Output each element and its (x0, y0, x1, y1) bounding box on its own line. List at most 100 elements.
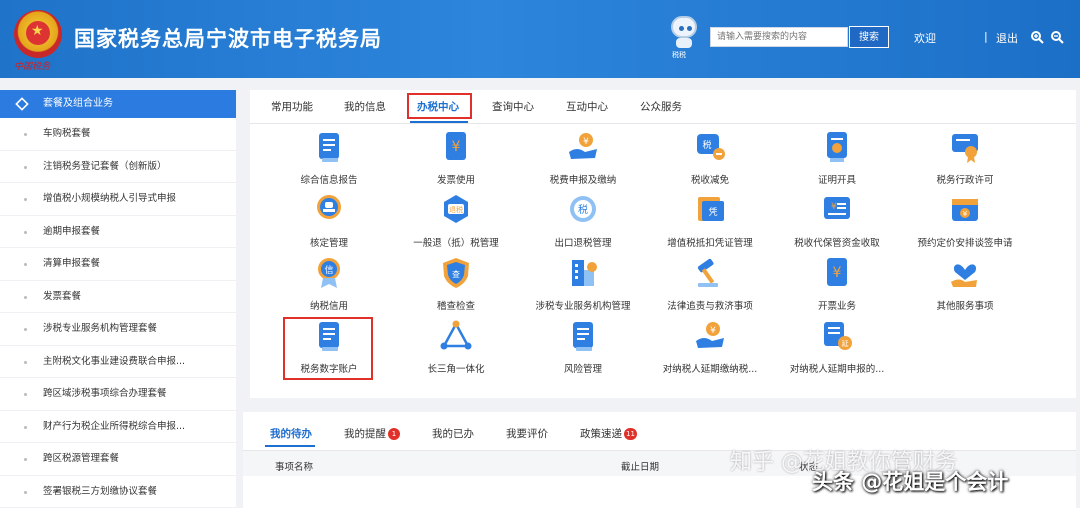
service-label: 发票使用 (436, 175, 475, 186)
zoom-in-icon[interactable] (1030, 30, 1044, 47)
tab-my-todo[interactable]: 我的待办 (270, 426, 312, 441)
robot-assistant-icon[interactable] (668, 14, 700, 54)
gavel-icon (697, 258, 718, 287)
service-item[interactable]: ¥ 开票业务 (773, 256, 901, 316)
certificate-icon (827, 132, 847, 162)
heart-hand-icon (951, 264, 977, 287)
col-deadline: 截止日期 (621, 462, 660, 473)
service-item[interactable]: 税出口退税管理 (519, 193, 647, 253)
zoom-out-icon[interactable] (1050, 30, 1064, 47)
sidebar-item[interactable]: 发票套餐 (0, 281, 236, 313)
service-highlight-box (283, 317, 373, 380)
service-item[interactable]: 长三角一体化 (392, 319, 520, 379)
tab-evaluate[interactable]: 我要评价 (506, 426, 548, 441)
service-item[interactable]: 法律追责与救济事项 (646, 256, 774, 316)
service-label: 涉税专业服务机构管理 (535, 301, 631, 312)
sidebar-item[interactable]: 主附税文化事业建设费联合申报... (0, 346, 236, 378)
sidebar-item[interactable]: 注销税务登记套餐（创新版） (0, 151, 236, 183)
sidebar-item[interactable]: 跨区税源管理套餐 (0, 443, 236, 476)
service-item[interactable]: 退税 一般退（抵）税管理 (392, 193, 520, 253)
deferred-filing-icon: 延 (824, 322, 852, 350)
voucher-icon: 凭 (698, 197, 724, 221)
service-item[interactable]: 延对纳税人延期申报的... (773, 319, 901, 379)
tab-highlight-box (407, 93, 472, 119)
hand-coin-icon: ¥ (569, 133, 597, 159)
service-item[interactable]: 涉税专业服务机构管理 (519, 256, 647, 316)
search-button[interactable]: 搜索 (849, 26, 889, 48)
service-item[interactable]: ¥ 对纳税人延期缴纳税... (646, 319, 774, 379)
refund-icon: 退税 (444, 195, 468, 223)
building-icon (572, 260, 597, 286)
service-label: 税费申报及缴纳 (549, 175, 617, 186)
sidebar-item[interactable]: 清算申报套餐 (0, 248, 236, 281)
service-item[interactable]: 其他服务事项 (901, 256, 1029, 316)
svg-text:退税: 退税 (449, 205, 463, 214)
sidebar-header[interactable]: 套餐及组合业务 (0, 90, 236, 118)
tab-common[interactable]: 常用功能 (271, 99, 313, 114)
service-item[interactable]: 风险管理 (519, 319, 647, 379)
sidebar-item-label: 增值税小规模纳税人引导式申报 (43, 193, 177, 204)
tab-my-done[interactable]: 我的已办 (432, 426, 474, 441)
service-item[interactable]: 信纳税信用 (265, 256, 393, 316)
service-item[interactable]: 税务行政许可 (901, 130, 1029, 190)
bullet-dot (24, 328, 27, 331)
sidebar-item[interactable]: 增值税小规模纳税人引导式申报 (0, 183, 236, 216)
tab-my-reminders[interactable]: 我的提醒 1 (344, 426, 400, 441)
sidebar-item[interactable]: 车购税套餐 (0, 118, 236, 151)
todo-tab-underline (265, 445, 315, 447)
export-refund-icon: 税 (570, 196, 596, 222)
svg-text:查: 查 (452, 269, 460, 279)
service-label: 开票业务 (817, 301, 856, 312)
toutiao-watermark: 头条 @花姐是个会计 (812, 470, 1009, 494)
bullet-dot (24, 425, 27, 429)
service-label: 预约定价安排谈签申请 (917, 238, 1013, 249)
service-label: 增值税抵扣凭证管理 (667, 238, 753, 249)
svg-text:¥: ¥ (452, 139, 461, 155)
logout-link[interactable]: 退出 (996, 30, 1018, 46)
seal-text: 中国税务 (14, 62, 51, 72)
sidebar-item-label: 车购税套餐 (43, 128, 91, 139)
svg-text:¥: ¥ (833, 265, 842, 281)
svg-text:¥: ¥ (963, 210, 968, 218)
sidebar-item[interactable]: 财产行为税企业所得税综合申报... (0, 411, 236, 443)
service-label: 出口退税管理 (554, 238, 612, 249)
service-item[interactable]: 税税收减免 (646, 130, 774, 190)
service-item[interactable]: 凭增值税抵扣凭证管理 (646, 193, 774, 253)
service-item[interactable]: ¥ 税费申报及缴纳 (519, 130, 647, 190)
bullet-dot (24, 133, 27, 136)
service-item[interactable]: ¥ 发票使用 (392, 130, 520, 190)
service-label: 税务行政许可 (936, 175, 994, 186)
service-item[interactable]: 查稽查检查 (392, 256, 520, 316)
service-item[interactable]: 综合信息报告 (265, 130, 393, 190)
tab-public-service[interactable]: 公众服务 (640, 99, 682, 114)
tab-interaction-center[interactable]: 互动中心 (566, 99, 608, 114)
search-input[interactable] (710, 27, 848, 47)
tab-policy-news[interactable]: 政策速递 11 (580, 426, 637, 441)
service-label: 其他服务事项 (936, 301, 994, 312)
sidebar: 套餐及组合业务 车购税套餐注销税务登记套餐（创新版） 增值税小规模纳税人引导式申报… (0, 90, 236, 508)
tab-bar: 常用功能 我的信息 办税中心 查询中心 互动中心 公众服务 (250, 90, 1076, 124)
sidebar-item[interactable]: 涉税专业服务机构管理套餐 (0, 313, 236, 346)
tab-query-center[interactable]: 查询中心 (492, 99, 534, 114)
inspect-shield-icon: 查 (443, 258, 469, 288)
service-label: 税收减免 (690, 175, 729, 186)
service-label: 稽查检查 (436, 301, 475, 312)
sidebar-item[interactable]: 签署银税三方划缴协议套餐 (0, 476, 236, 508)
sidebar-item[interactable]: 逾期申报套餐 (0, 216, 236, 248)
sidebar-item[interactable]: 跨区域涉税事项综合办理套餐 (0, 378, 236, 411)
service-item[interactable]: 核定管理 (265, 193, 393, 253)
deposit-icon: ¥ (824, 197, 850, 219)
service-label: 税收代保管资金收取 (794, 238, 880, 249)
sidebar-item-label: 签署银税三方划缴协议套餐 (43, 485, 158, 497)
robot-label: 税税 (672, 51, 686, 59)
billing-icon: ¥ (827, 258, 847, 286)
sidebar-item-label: 清算申报套餐 (43, 258, 101, 269)
tab-my-info[interactable]: 我的信息 (344, 99, 386, 114)
tab-active-underline (410, 121, 468, 123)
service-item[interactable]: 证明开具 (773, 130, 901, 190)
service-item[interactable]: ¥ 预约定价安排谈签申请 (901, 193, 1029, 253)
service-item[interactable]: ¥ 税收代保管资金收取 (773, 193, 901, 253)
sidebar-header-label: 套餐及组合业务 (43, 98, 113, 109)
reminder-count-badge: 1 (388, 428, 400, 440)
report-icon (319, 133, 339, 162)
